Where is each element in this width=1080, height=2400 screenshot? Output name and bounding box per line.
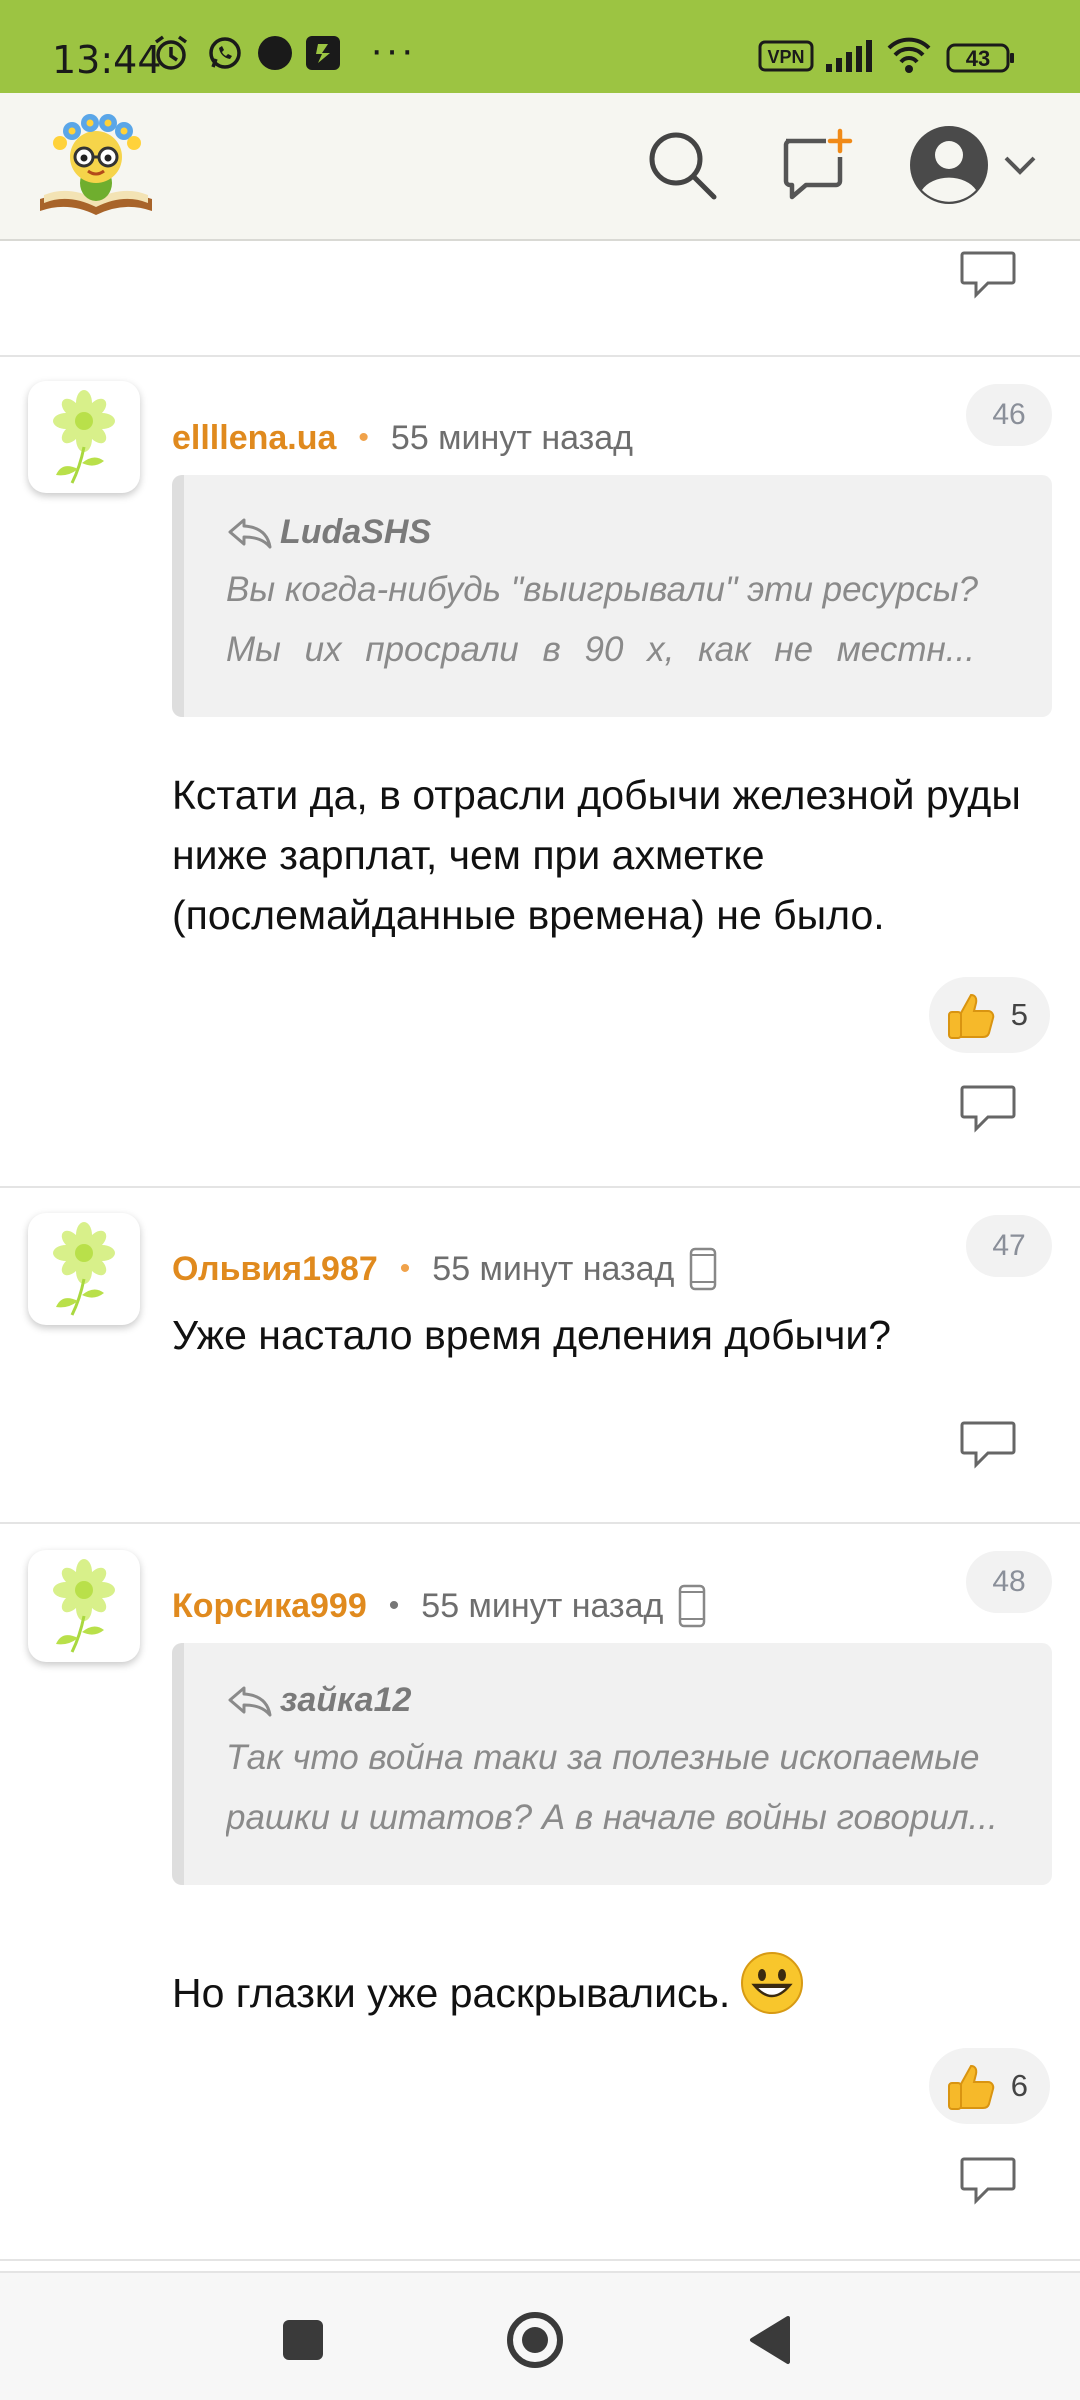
avatar[interactable] [28, 1213, 140, 1325]
reply-icon[interactable] [958, 1417, 1018, 1473]
comment-number[interactable]: 47 [966, 1215, 1052, 1277]
like-button[interactable]: 6 [928, 2048, 1050, 2124]
comment-text: Но глазки уже раскрывались. [172, 1970, 731, 2016]
thumbs-up-icon [945, 989, 997, 1041]
avatar[interactable] [28, 381, 140, 493]
comment-author[interactable]: ellllena.ua [172, 419, 336, 458]
comment-time: 55 минут назад [390, 418, 633, 457]
status-more: ··· [370, 28, 416, 72]
thumbs-up-icon [945, 2060, 997, 2112]
mobile-device-icon [688, 1247, 718, 1291]
avatar[interactable] [28, 1550, 140, 1662]
quote-author-row: зайка12 [226, 1681, 1052, 1720]
home-button[interactable] [500, 2305, 570, 2375]
system-nav-bar [0, 2271, 1080, 2400]
vpn-icon: VPN [758, 40, 814, 77]
battery-level: 43 [965, 46, 991, 71]
comment-text: Уже настало время деления добычи? [172, 1312, 892, 1358]
quote-line: Вы когда-нибудь "выигрывали" эти ресурсы… [226, 570, 978, 609]
app-icon [304, 34, 342, 77]
quote-author: зайка12 [280, 1681, 412, 1719]
comment-time: 55 минут назад [432, 1249, 675, 1288]
mobile-device-icon [677, 1584, 707, 1628]
recents-button[interactable] [268, 2305, 338, 2375]
svg-text:VPN: VPN [767, 47, 804, 67]
search-icon[interactable] [640, 123, 724, 207]
comment-meta: Корсика999 • 55 минут назад [172, 1581, 707, 1631]
comment-author[interactable]: Ольвия1987 [172, 1250, 378, 1289]
comment-author[interactable]: Корсика999 [172, 1587, 367, 1626]
divider [0, 355, 1080, 357]
quote-author: LudaSHS [280, 513, 432, 551]
chevron-down-icon [1002, 154, 1038, 176]
like-button[interactable]: 5 [928, 977, 1050, 1053]
comment-meta: ellllena.ua • 55 минут назад [172, 413, 633, 463]
status-time: 13:44 [52, 38, 162, 82]
divider [0, 1522, 1080, 1524]
reply-icon[interactable] [958, 247, 1018, 303]
divider [0, 2259, 1080, 2261]
quote-line: Так что война таки за полезные ископаемы… [226, 1738, 980, 1777]
wifi-icon [886, 36, 932, 79]
reply-icon[interactable] [958, 2153, 1018, 2209]
quote-author-row: LudaSHS [226, 513, 1052, 552]
status-bar: 13:44 ··· VPN 43 [0, 0, 1080, 93]
quote-line: Мы их просрали в 90 х, как не местн... [226, 630, 975, 669]
site-logo[interactable] [34, 107, 158, 227]
like-count: 6 [1010, 2068, 1028, 2103]
back-button[interactable] [734, 2305, 804, 2375]
separator-dot: • [358, 421, 369, 454]
profile-menu-button[interactable] [898, 123, 1048, 207]
comment-text-row: Но глазки уже раскрывались. [172, 1951, 1032, 2023]
comment-meta: Ольвия1987 • 55 минут назад [172, 1244, 718, 1294]
reply-icon[interactable] [958, 1081, 1018, 1137]
signal-icon [824, 38, 874, 79]
new-post-icon[interactable] [774, 123, 858, 207]
like-count: 5 [1010, 997, 1028, 1032]
user-avatar-icon [908, 124, 990, 206]
whatsapp-icon [206, 34, 244, 77]
comments-feed: ellllena.ua • 55 минут назад 46 LudaSHS … [0, 241, 1080, 2271]
quote-block[interactable]: LudaSHS Вы когда-нибудь "выигрывали" эти… [172, 475, 1052, 717]
comment-text: Кстати да, в отрасли добычи железной руд… [172, 772, 1021, 938]
comment-time: 55 минут назад [421, 1586, 664, 1625]
circle-dot-icon [256, 34, 294, 77]
comment-number[interactable]: 48 [966, 1551, 1052, 1613]
divider [0, 1186, 1080, 1188]
comment-number[interactable]: 46 [966, 384, 1052, 446]
separator-dot: • [388, 1589, 400, 1622]
alarm-icon [152, 34, 190, 77]
quote-line: рашки и штатов? А в начале войны говорил… [226, 1798, 998, 1837]
grin-emoji-icon [740, 1951, 804, 2015]
reply-arrow-icon [226, 1684, 274, 1718]
app-header [0, 93, 1080, 241]
quote-block[interactable]: зайка12 Так что война таки за полезные и… [172, 1643, 1052, 1885]
separator-dot: • [399, 1252, 411, 1285]
reply-arrow-icon [226, 516, 274, 550]
